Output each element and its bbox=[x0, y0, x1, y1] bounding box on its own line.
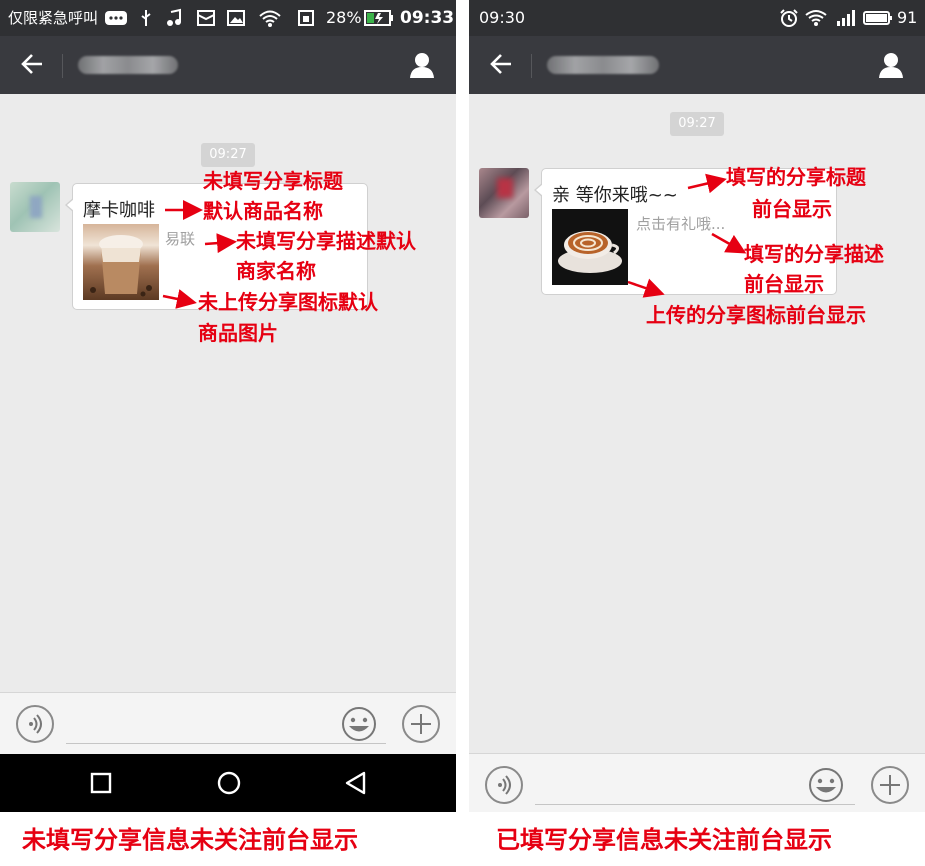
profile-icon[interactable] bbox=[877, 50, 905, 80]
blurred-contact-name bbox=[78, 56, 178, 74]
triangle-back-nav-icon[interactable] bbox=[343, 770, 369, 800]
profile-icon[interactable] bbox=[408, 50, 436, 80]
title-separator bbox=[62, 54, 63, 78]
wifi-icon bbox=[258, 8, 282, 28]
right-title-note-2: 前台显示 bbox=[752, 197, 832, 221]
voice-icon[interactable] bbox=[485, 766, 523, 804]
left-desc-note-2: 商家名称 bbox=[236, 259, 316, 283]
square-nav-icon[interactable] bbox=[90, 772, 112, 798]
share-card-title: 摩卡咖啡 bbox=[83, 200, 155, 221]
music-icon bbox=[164, 8, 184, 28]
message-timestamp: 09:27 bbox=[201, 143, 255, 167]
usb-icon bbox=[136, 8, 156, 28]
avatar[interactable] bbox=[10, 182, 60, 232]
image-icon bbox=[226, 8, 246, 28]
emoji-icon[interactable] bbox=[340, 705, 378, 743]
message-timestamp: 09:27 bbox=[670, 112, 724, 136]
signal-icon bbox=[833, 8, 857, 28]
left-desc-note-1: 未填写分享描述默认 bbox=[236, 229, 416, 253]
status-bar: 仅限紧急呼叫 28% 09:33 bbox=[0, 0, 456, 36]
alarm-icon bbox=[779, 8, 799, 28]
chat-input-bar bbox=[0, 692, 456, 755]
title-separator bbox=[531, 54, 532, 78]
share-card-description: 易联 bbox=[165, 230, 196, 248]
mail-icon bbox=[196, 8, 216, 28]
sim-icon bbox=[296, 8, 316, 28]
emoji-icon[interactable] bbox=[807, 766, 845, 804]
wifi-icon bbox=[805, 8, 827, 28]
clock: 09:33 bbox=[400, 8, 455, 28]
share-card-description: 点击有礼哦... bbox=[636, 215, 726, 233]
left-icon-note-1: 未上传分享图标默认 bbox=[198, 290, 378, 314]
blurred-contact-name bbox=[547, 56, 659, 74]
back-arrow-icon[interactable] bbox=[487, 50, 515, 85]
right-desc-note-2: 前台显示 bbox=[744, 272, 824, 296]
carrier-text: 仅限紧急呼叫 bbox=[8, 9, 99, 27]
clock: 09:30 bbox=[479, 8, 526, 27]
status-bar: 09:30 91 bbox=[469, 0, 925, 36]
chat-title-bar bbox=[469, 36, 925, 94]
battery-icon bbox=[863, 8, 893, 28]
right-title-note-1: 填写的分享标题 bbox=[726, 165, 866, 189]
message-icon bbox=[104, 8, 128, 28]
avatar[interactable] bbox=[479, 168, 529, 218]
add-icon[interactable] bbox=[402, 705, 440, 743]
chat-title-bar bbox=[0, 36, 456, 94]
left-title-note-2: 默认商品名称 bbox=[203, 199, 323, 223]
chat-input-bar bbox=[469, 753, 925, 812]
message-input[interactable] bbox=[535, 804, 855, 805]
voice-icon[interactable] bbox=[16, 705, 54, 743]
android-nav-bar bbox=[0, 754, 456, 812]
battery-icon bbox=[364, 8, 394, 28]
left-caption: 未填写分享信息未关注前台显示 bbox=[22, 826, 358, 854]
share-card-thumbnail bbox=[83, 224, 159, 300]
battery-percent: 28% bbox=[326, 8, 362, 27]
circle-nav-icon[interactable] bbox=[216, 770, 242, 800]
message-input[interactable] bbox=[66, 743, 386, 744]
battery-level: 91 bbox=[897, 8, 918, 27]
right-caption: 已填写分享信息未关注前台显示 bbox=[496, 826, 832, 854]
left-phone-screenshot: 仅限紧急呼叫 28% 09:33 09:27 摩卡咖啡 易联 bbox=[0, 0, 456, 812]
right-desc-note-1: 填写的分享描述 bbox=[744, 242, 884, 266]
left-icon-note-2: 商品图片 bbox=[198, 321, 278, 345]
left-title-note-1: 未填写分享标题 bbox=[203, 169, 343, 193]
right-phone-screenshot: 09:30 91 09:27 亲 等你来哦~~ 点击有礼哦... bbox=[469, 0, 925, 812]
add-icon[interactable] bbox=[871, 766, 909, 804]
back-arrow-icon[interactable] bbox=[18, 50, 46, 85]
right-icon-note: 上传的分享图标前台显示 bbox=[646, 303, 866, 327]
share-card-thumbnail bbox=[552, 209, 628, 285]
share-card-title: 亲 等你来哦~~ bbox=[552, 185, 678, 206]
